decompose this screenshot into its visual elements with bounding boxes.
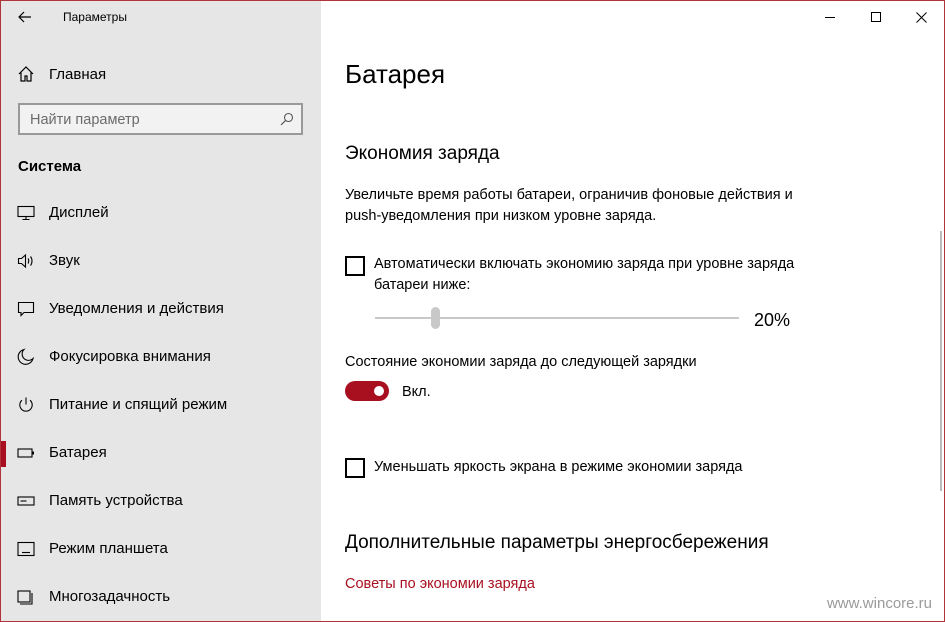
sidebar-item-label: Многозадачность <box>49 588 171 605</box>
lower-brightness-checkbox-label: Уменьшать яркость экрана в режиме эконом… <box>374 459 743 475</box>
sidebar-item-display[interactable]: Дисплей <box>1 190 321 238</box>
sidebar: Параметры Главная Найти параметр Система… <box>1 1 321 621</box>
auto-saver-checkbox[interactable] <box>345 256 365 276</box>
tablet-icon <box>17 541 35 557</box>
sidebar-item-storage[interactable]: Память устройства <box>1 478 321 526</box>
sidebar-item-power-sleep[interactable]: Питание и спящий режим <box>1 382 321 430</box>
speaker-icon <box>17 253 33 269</box>
sidebar-item-home[interactable]: Главная <box>1 57 321 91</box>
sidebar-item-tablet-mode[interactable]: Режим планшета <box>1 526 321 574</box>
lower-brightness-checkbox[interactable] <box>345 458 365 478</box>
search-input[interactable]: Найти параметр <box>18 103 303 135</box>
auto-saver-checkbox-label: Автоматически включать экономию заряда п… <box>374 256 795 293</box>
sidebar-item-label: Фокусировка внимания <box>49 348 211 365</box>
arrow-left-icon <box>18 11 31 23</box>
saver-toggle[interactable] <box>345 381 389 401</box>
sidebar-item-label: Питание и спящий режим <box>49 396 228 413</box>
page-title: Батарея <box>345 59 446 89</box>
settings-window: Параметры Главная Найти параметр Система… <box>0 0 945 622</box>
threshold-slider-thumb[interactable] <box>431 307 440 329</box>
main-content: Батарея Экономия заряда Увеличьте время … <box>321 1 944 621</box>
section-title: Система <box>18 158 82 175</box>
sidebar-item-label: Звук <box>49 252 80 269</box>
display-icon <box>17 205 35 221</box>
sidebar-item-label: Режим планшета <box>49 540 168 557</box>
sidebar-item-battery[interactable]: Батарея <box>1 430 321 478</box>
sidebar-item-label: Дисплей <box>49 204 109 221</box>
app-title: Параметры <box>63 10 127 24</box>
threshold-slider-track[interactable] <box>375 317 739 319</box>
multitask-icon <box>17 590 33 605</box>
sidebar-item-focus-assist[interactable]: Фокусировка внимания <box>1 334 321 382</box>
search-icon[interactable] <box>279 111 295 127</box>
threshold-value: 20% <box>754 310 791 330</box>
back-button[interactable] <box>11 5 39 29</box>
notification-icon <box>17 301 35 317</box>
home-icon <box>18 66 34 82</box>
sidebar-item-multitasking[interactable]: Многозадачность <box>1 574 321 621</box>
sidebar-item-sound[interactable]: Звук <box>1 238 321 286</box>
moon-icon <box>17 348 34 365</box>
toggle-knob <box>374 386 384 396</box>
watermark: www.wincore.ru <box>826 595 932 612</box>
battery-saver-description: Увеличьте время работы батареи, ограничи… <box>345 187 793 224</box>
saver-toggle-label: Вкл. <box>402 384 431 400</box>
power-icon <box>19 397 33 412</box>
scrollbar[interactable] <box>940 231 942 491</box>
sidebar-item-label: Уведомления и действия <box>49 300 224 317</box>
sidebar-item-label: Память устройства <box>49 492 183 509</box>
more-settings-heading: Дополнительные параметры энергосбережени… <box>345 532 769 553</box>
battery-saver-heading: Экономия заряда <box>345 143 500 164</box>
search-placeholder: Найти параметр <box>30 112 140 128</box>
battery-icon <box>17 448 34 458</box>
sidebar-item-notifications[interactable]: Уведомления и действия <box>1 286 321 334</box>
sidebar-item-label: Батарея <box>49 444 107 461</box>
battery-tips-link[interactable]: Советы по экономии заряда <box>345 576 535 592</box>
active-indicator <box>1 441 6 467</box>
storage-icon <box>17 496 35 506</box>
sidebar-item-label: Главная <box>49 66 107 83</box>
saver-state-label: Состояние экономии заряда до следующей з… <box>345 354 697 370</box>
